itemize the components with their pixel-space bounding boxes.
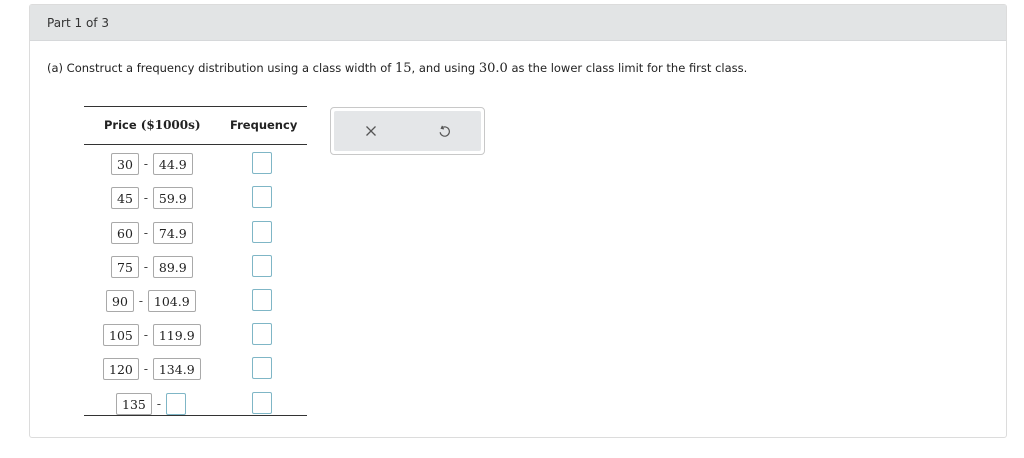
table-row: 60-74.9 (84, 221, 307, 247)
range-dash: - (156, 397, 162, 411)
lower-limit-field[interactable]: 75 (111, 256, 139, 278)
class-limits: 90-104.9 (106, 289, 196, 313)
lower-limit-field[interactable]: 60 (111, 222, 139, 244)
lower-limit-field[interactable]: 90 (106, 290, 134, 312)
class-limits: 105-119.9 (103, 323, 201, 347)
frequency-input[interactable] (252, 152, 272, 174)
table-row: 120-134.9 (84, 357, 307, 383)
range-dash: - (138, 294, 144, 308)
table-row: 30-44.9 (84, 152, 307, 178)
lower-limit-field[interactable]: 120 (103, 358, 139, 380)
undo-icon (439, 125, 450, 137)
frequency-column-header: Frequency (230, 118, 298, 132)
frequency-input[interactable] (252, 221, 272, 243)
table-header: Price ($1000s) Frequency (84, 107, 307, 145)
frequency-input[interactable] (252, 289, 272, 311)
frequency-input[interactable] (252, 323, 272, 345)
frequency-input[interactable] (252, 255, 272, 277)
class-limits: 45-59.9 (111, 186, 193, 210)
lower-limit-value: 30.0 (478, 61, 508, 76)
reset-button[interactable] (429, 116, 459, 146)
table-row: 105-119.9 (84, 323, 307, 349)
class-limits: 60-74.9 (111, 221, 193, 245)
class-limits: 120-134.9 (103, 357, 201, 381)
price-header-label: Price (104, 118, 137, 132)
lower-limit-field[interactable]: 105 (103, 324, 139, 346)
clear-button[interactable] (356, 116, 386, 146)
lower-limit-field[interactable]: 45 (111, 187, 139, 209)
upper-limit-input[interactable] (165, 393, 186, 415)
question-text: (a) Construct a frequency distribution u… (47, 61, 747, 76)
table-row: 75-89.9 (84, 255, 307, 281)
upper-limit-field[interactable]: 59.9 (152, 187, 193, 209)
range-dash: - (143, 226, 149, 240)
table-row: 90-104.9 (84, 289, 307, 315)
upper-limit-field[interactable]: 44.9 (152, 153, 193, 175)
table-row: 135- (84, 392, 307, 418)
range-dash: - (143, 191, 149, 205)
frequency-table: Price ($1000s) Frequency 30-44.9 45-59.9 6… (84, 106, 307, 416)
lower-limit-field[interactable]: 30 (111, 153, 139, 175)
class-limits: 30-44.9 (111, 152, 193, 176)
range-dash: - (143, 260, 149, 274)
frequency-input[interactable] (252, 392, 272, 414)
frequency-input[interactable] (252, 357, 272, 379)
answer-tools-bar (334, 111, 481, 151)
question-middle: , and using (411, 61, 476, 75)
question-suffix: as the lower class limit for the first c… (511, 61, 748, 75)
upper-limit-field[interactable]: 119.9 (152, 324, 201, 346)
upper-limit-field[interactable]: 74.9 (152, 222, 193, 244)
part-title: Part 1 of 3 (47, 15, 109, 30)
upper-limit-field[interactable]: 104.9 (147, 290, 196, 312)
frequency-input[interactable] (252, 186, 272, 208)
class-limits: 135- (116, 392, 186, 416)
class-width-value: 15 (394, 61, 412, 76)
upper-limit-field[interactable]: 89.9 (152, 256, 193, 278)
question-prefix: (a) Construct a frequency distribution u… (47, 61, 392, 75)
price-header-unit: ($1000s) (140, 118, 201, 132)
lower-limit-field[interactable]: 135 (116, 393, 152, 415)
close-icon (365, 126, 376, 136)
question-panel: Part 1 of 3 (a) Construct a frequency di… (29, 4, 1007, 438)
range-dash: - (143, 362, 149, 376)
upper-limit-field[interactable]: 134.9 (152, 358, 201, 380)
answer-tools (330, 107, 485, 155)
part-header: Part 1 of 3 (30, 5, 1006, 41)
range-dash: - (143, 157, 149, 171)
price-column-header: Price ($1000s) (104, 118, 201, 132)
range-dash: - (143, 328, 149, 342)
class-limits: 75-89.9 (111, 255, 193, 279)
table-row: 45-59.9 (84, 186, 307, 212)
